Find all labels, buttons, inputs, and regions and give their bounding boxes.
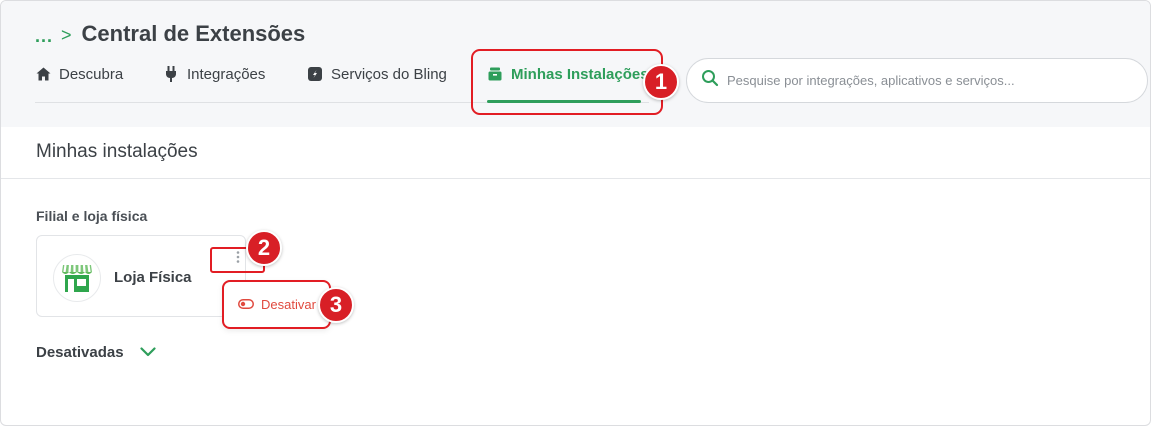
section-title: Minhas instalações [36, 141, 198, 162]
tab-minhas-instalacoes[interactable]: Minhas Instalações [487, 59, 649, 89]
card-options-menu: Desativar [222, 280, 331, 329]
active-tab-indicator [487, 100, 641, 103]
card-name: Loja Física [114, 269, 192, 286]
step-badge-1: 1 [643, 64, 679, 100]
search-box[interactable] [686, 58, 1148, 103]
group-label: Filial e loja física [36, 208, 148, 224]
search-icon [701, 69, 719, 92]
deactivate-menu-item[interactable]: Desativar [261, 297, 316, 312]
breadcrumb-ellipsis[interactable]: ... [35, 26, 53, 47]
breadcrumb: ... > Central de Extensões [35, 19, 305, 49]
toggle-icon [238, 296, 254, 314]
store-icon [487, 66, 503, 82]
home-icon [35, 66, 51, 82]
page-header: ... > Central de Extensões Descubra Inte… [1, 1, 1150, 127]
step-badge-2: 2 [246, 230, 282, 266]
tab-label: Integrações [187, 65, 266, 83]
tab-servicos-bling[interactable]: Serviços do Bling [307, 59, 447, 89]
app-frame: ... > Central de Extensões Descubra Inte… [0, 0, 1151, 426]
storefront-logo-icon [53, 254, 101, 302]
kebab-menu-icon [236, 250, 240, 268]
plug-icon [163, 66, 179, 82]
deactivated-label: Desativadas [36, 343, 124, 361]
tab-label: Descubra [59, 65, 124, 83]
search-input[interactable] [727, 73, 1127, 88]
tab-label: Minhas Instalações [511, 65, 649, 83]
deactivated-section-toggle[interactable]: Desativadas [36, 341, 156, 363]
section-divider [1, 178, 1150, 179]
tab-integracoes[interactable]: Integrações [163, 59, 265, 89]
breadcrumb-separator: > [61, 24, 72, 45]
step-badge-3: 3 [318, 287, 354, 323]
chevron-down-icon [139, 347, 156, 357]
tab-descubra[interactable]: Descubra [35, 59, 123, 89]
tab-label: Serviços do Bling [331, 65, 447, 83]
bling-icon [307, 66, 323, 82]
tab-bar: Descubra Integrações Serviços do Bling M… [35, 59, 649, 103]
page-title: Central de Extensões [81, 21, 306, 46]
